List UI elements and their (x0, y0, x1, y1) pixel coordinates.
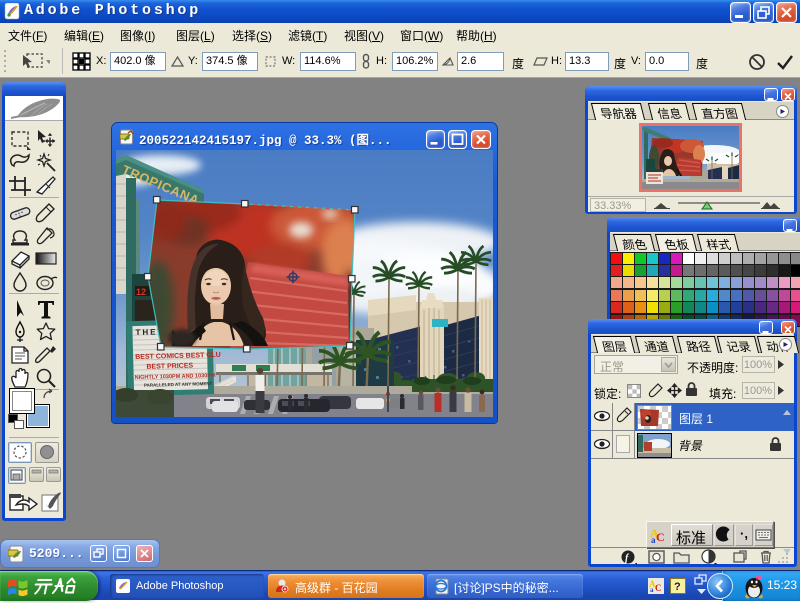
svg-text:a: a (651, 535, 656, 545)
svg-text:BEST PRICES: BEST PRICES (146, 363, 193, 371)
svg-text:a: a (650, 586, 654, 594)
svg-text:C: C (656, 530, 665, 544)
svg-text:C: C (655, 583, 662, 593)
svg-text:12: 12 (136, 287, 146, 297)
svg-text:?: ? (674, 581, 681, 593)
